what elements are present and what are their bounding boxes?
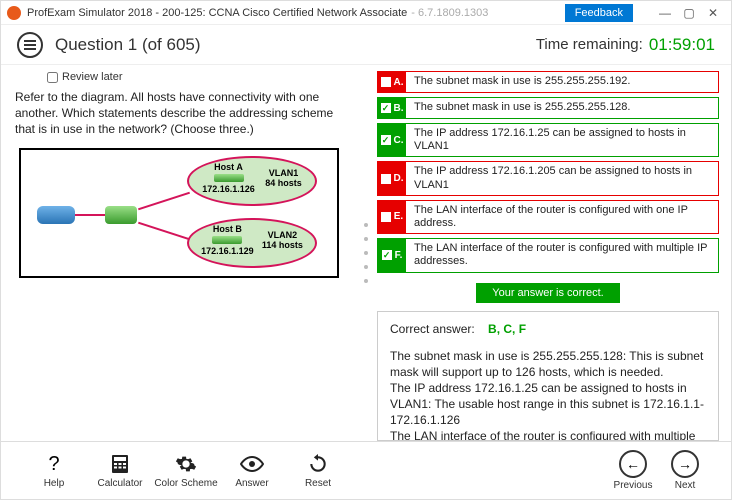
answer-letter: C.: [394, 135, 404, 146]
question-number: Question 1 (of 605): [55, 35, 201, 55]
color-scheme-button[interactable]: Color Scheme: [153, 452, 219, 489]
wire: [75, 214, 105, 216]
answer-option-b[interactable]: ✓B.The subnet mask in use is 255.255.255…: [377, 97, 719, 119]
question-text: Refer to the diagram. All hosts have con…: [15, 89, 347, 138]
explanation-box: Correct answer: B, C, F The subnet mask …: [377, 311, 719, 442]
answer-text: The subnet mask in use is 255.255.255.19…: [406, 72, 718, 92]
minimize-button[interactable]: —: [653, 6, 677, 20]
checkbox-checked-icon: ✓: [382, 250, 392, 260]
explanation-text: The subnet mask in use is 255.255.255.12…: [390, 348, 706, 442]
network-diagram: Host A 172.16.1.126 VLAN1 84 hosts Host …: [19, 148, 339, 278]
calculator-icon: [111, 452, 129, 476]
arrow-left-icon: ←: [619, 450, 647, 478]
wire: [138, 191, 190, 210]
eye-icon: [240, 452, 264, 476]
checkbox-empty-icon: [381, 174, 391, 184]
checkbox-empty-icon: [381, 212, 391, 222]
answer-pane: A.The subnet mask in use is 255.255.255.…: [371, 65, 731, 441]
wire: [138, 221, 190, 240]
time-remaining-value: 01:59:01: [649, 35, 715, 55]
pane-divider[interactable]: [361, 65, 371, 441]
answer-option-c[interactable]: ✓C.The IP address 172.16.1.25 can be ass…: [377, 123, 719, 157]
review-later-label: Review later: [62, 71, 123, 83]
answer-option-f[interactable]: ✓F.The LAN interface of the router is co…: [377, 238, 719, 272]
reset-icon: [308, 452, 328, 476]
question-header: Question 1 (of 605) Time remaining: 01:5…: [1, 25, 731, 65]
title-bar: ProfExam Simulator 2018 - 200-125: CCNA …: [1, 1, 731, 25]
close-button[interactable]: ✕: [701, 6, 725, 20]
correct-answer-value: B, C, F: [488, 322, 526, 336]
main-area: Review later Refer to the diagram. All h…: [1, 65, 731, 441]
time-remaining-label: Time remaining:: [536, 36, 643, 53]
answer-option-a[interactable]: A.The subnet mask in use is 255.255.255.…: [377, 71, 719, 93]
answer-letter: A.: [394, 77, 404, 88]
app-title: ProfExam Simulator 2018 - 200-125: CCNA …: [27, 7, 407, 19]
help-button[interactable]: ? Help: [21, 452, 87, 489]
router-icon: [37, 206, 75, 224]
vlan2-label: VLAN2: [268, 230, 298, 240]
host-a-label: Host A: [202, 162, 255, 172]
review-later-checkbox[interactable]: Review later: [47, 71, 347, 83]
question-pane: Review later Refer to the diagram. All h…: [1, 65, 361, 441]
host-b-label: Host B: [201, 224, 254, 234]
review-later-input[interactable]: [47, 72, 58, 83]
vlan1-bubble: Host A 172.16.1.126 VLAN1 84 hosts: [187, 156, 317, 206]
answer-letter: D.: [394, 173, 404, 184]
gear-icon: [175, 452, 197, 476]
host-b-ip: 172.16.1.129: [201, 246, 254, 256]
help-icon: ?: [48, 452, 59, 476]
host-b-switch-icon: [212, 236, 242, 244]
answer-feedback-banner: Your answer is correct.: [476, 283, 619, 303]
answer-text: The IP address 172.16.1.205 can be assig…: [406, 162, 718, 194]
checkbox-empty-icon: [381, 77, 391, 87]
answer-button[interactable]: Answer: [219, 452, 285, 489]
answer-text: The LAN interface of the router is confi…: [406, 239, 718, 271]
correct-answer-label: Correct answer:: [390, 322, 475, 336]
arrow-right-icon: →: [671, 450, 699, 478]
calculator-button[interactable]: Calculator: [87, 452, 153, 489]
vlan2-hosts: 114 hosts: [262, 240, 303, 250]
maximize-button[interactable]: ▢: [677, 6, 701, 20]
answer-text: The subnet mask in use is 255.255.255.12…: [406, 98, 718, 118]
answer-text: The LAN interface of the router is confi…: [406, 201, 718, 233]
vlan1-label: VLAN1: [269, 168, 299, 178]
hamburger-icon: [24, 40, 36, 50]
checkbox-checked-icon: ✓: [381, 135, 391, 145]
answer-option-d[interactable]: D.The IP address 172.16.1.205 can be ass…: [377, 161, 719, 195]
previous-button[interactable]: ← Previous: [607, 450, 659, 491]
switch-icon: [105, 206, 137, 224]
host-a-switch-icon: [214, 174, 244, 182]
answer-text: The IP address 172.16.1.25 can be assign…: [406, 124, 718, 156]
host-a-ip: 172.16.1.126: [202, 184, 255, 194]
app-logo-icon: [7, 6, 21, 20]
feedback-button[interactable]: Feedback: [565, 4, 633, 22]
next-button[interactable]: → Next: [659, 450, 711, 491]
reset-button[interactable]: Reset: [285, 452, 351, 489]
answer-option-e[interactable]: E.The LAN interface of the router is con…: [377, 200, 719, 234]
footer-toolbar: ? Help Calculator Color Scheme Answer Re…: [1, 441, 731, 499]
vlan1-hosts: 84 hosts: [265, 178, 302, 188]
answer-list: A.The subnet mask in use is 255.255.255.…: [377, 71, 719, 273]
answer-letter: F.: [395, 250, 403, 261]
app-version: - 6.7.1809.1303: [411, 7, 488, 19]
checkbox-checked-icon: ✓: [381, 103, 391, 113]
vlan2-bubble: Host B 172.16.1.129 VLAN2 114 hosts: [187, 218, 317, 268]
answer-letter: B.: [394, 103, 404, 114]
menu-button[interactable]: [17, 32, 43, 58]
answer-letter: E.: [394, 211, 403, 222]
